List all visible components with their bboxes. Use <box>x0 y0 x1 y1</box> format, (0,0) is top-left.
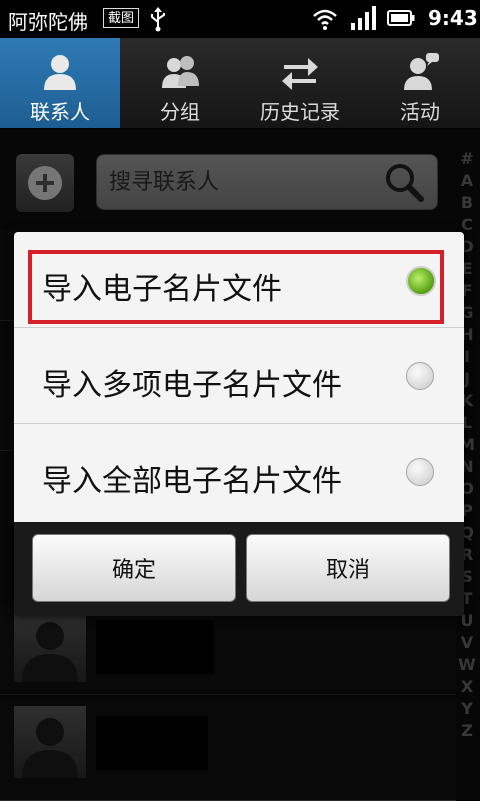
highlight-box <box>28 250 444 324</box>
battery-icon <box>387 10 415 26</box>
swap-arrows-icon <box>282 58 318 90</box>
status-bar: 阿弥陀佛 截图 9:43 <box>0 0 480 38</box>
option-import-multiple-vcard[interactable]: 导入多项电子名片文件 <box>14 328 464 424</box>
dialog-actions: 确定 取消 <box>14 522 464 616</box>
usb-icon <box>151 7 165 32</box>
radio-unchecked[interactable] <box>406 362 434 390</box>
radio-unchecked[interactable] <box>406 458 434 486</box>
clock-time: 9:43 <box>428 6 478 30</box>
person-chat-icon <box>404 53 439 90</box>
group-icon <box>162 56 199 88</box>
tab-label: 历史记录 <box>260 100 340 124</box>
tab-label: 联系人 <box>30 100 90 124</box>
wifi-icon <box>313 9 337 30</box>
screenshot-badge: 截图 <box>103 8 139 28</box>
ok-button[interactable]: 确定 <box>32 534 236 602</box>
option-import-all-vcard[interactable]: 导入全部电子名片文件 <box>14 424 464 520</box>
option-label: 导入多项电子名片文件 <box>42 368 342 403</box>
person-icon <box>44 55 76 90</box>
cancel-button[interactable]: 取消 <box>246 534 450 602</box>
import-dialog: 导入电子名片文件 导入多项电子名片文件 导入全部电子名片文件 确定 取消 <box>14 232 464 616</box>
tab-label: 活动 <box>400 100 440 124</box>
tab-label: 分组 <box>160 100 200 124</box>
signal-icon <box>351 6 376 30</box>
tab-contacts[interactable]: 联系人 <box>0 38 120 128</box>
tab-activity[interactable]: 活动 <box>360 38 480 128</box>
option-label: 导入全部电子名片文件 <box>42 464 342 499</box>
tab-groups[interactable]: 分组 <box>120 38 240 128</box>
tab-bar: 联系人 分组 历史记录 活动 <box>0 38 480 130</box>
import-options: 导入电子名片文件 导入多项电子名片文件 导入全部电子名片文件 <box>14 232 464 522</box>
carrier-name: 阿弥陀佛 <box>8 10 88 34</box>
tab-history[interactable]: 历史记录 <box>240 38 360 128</box>
